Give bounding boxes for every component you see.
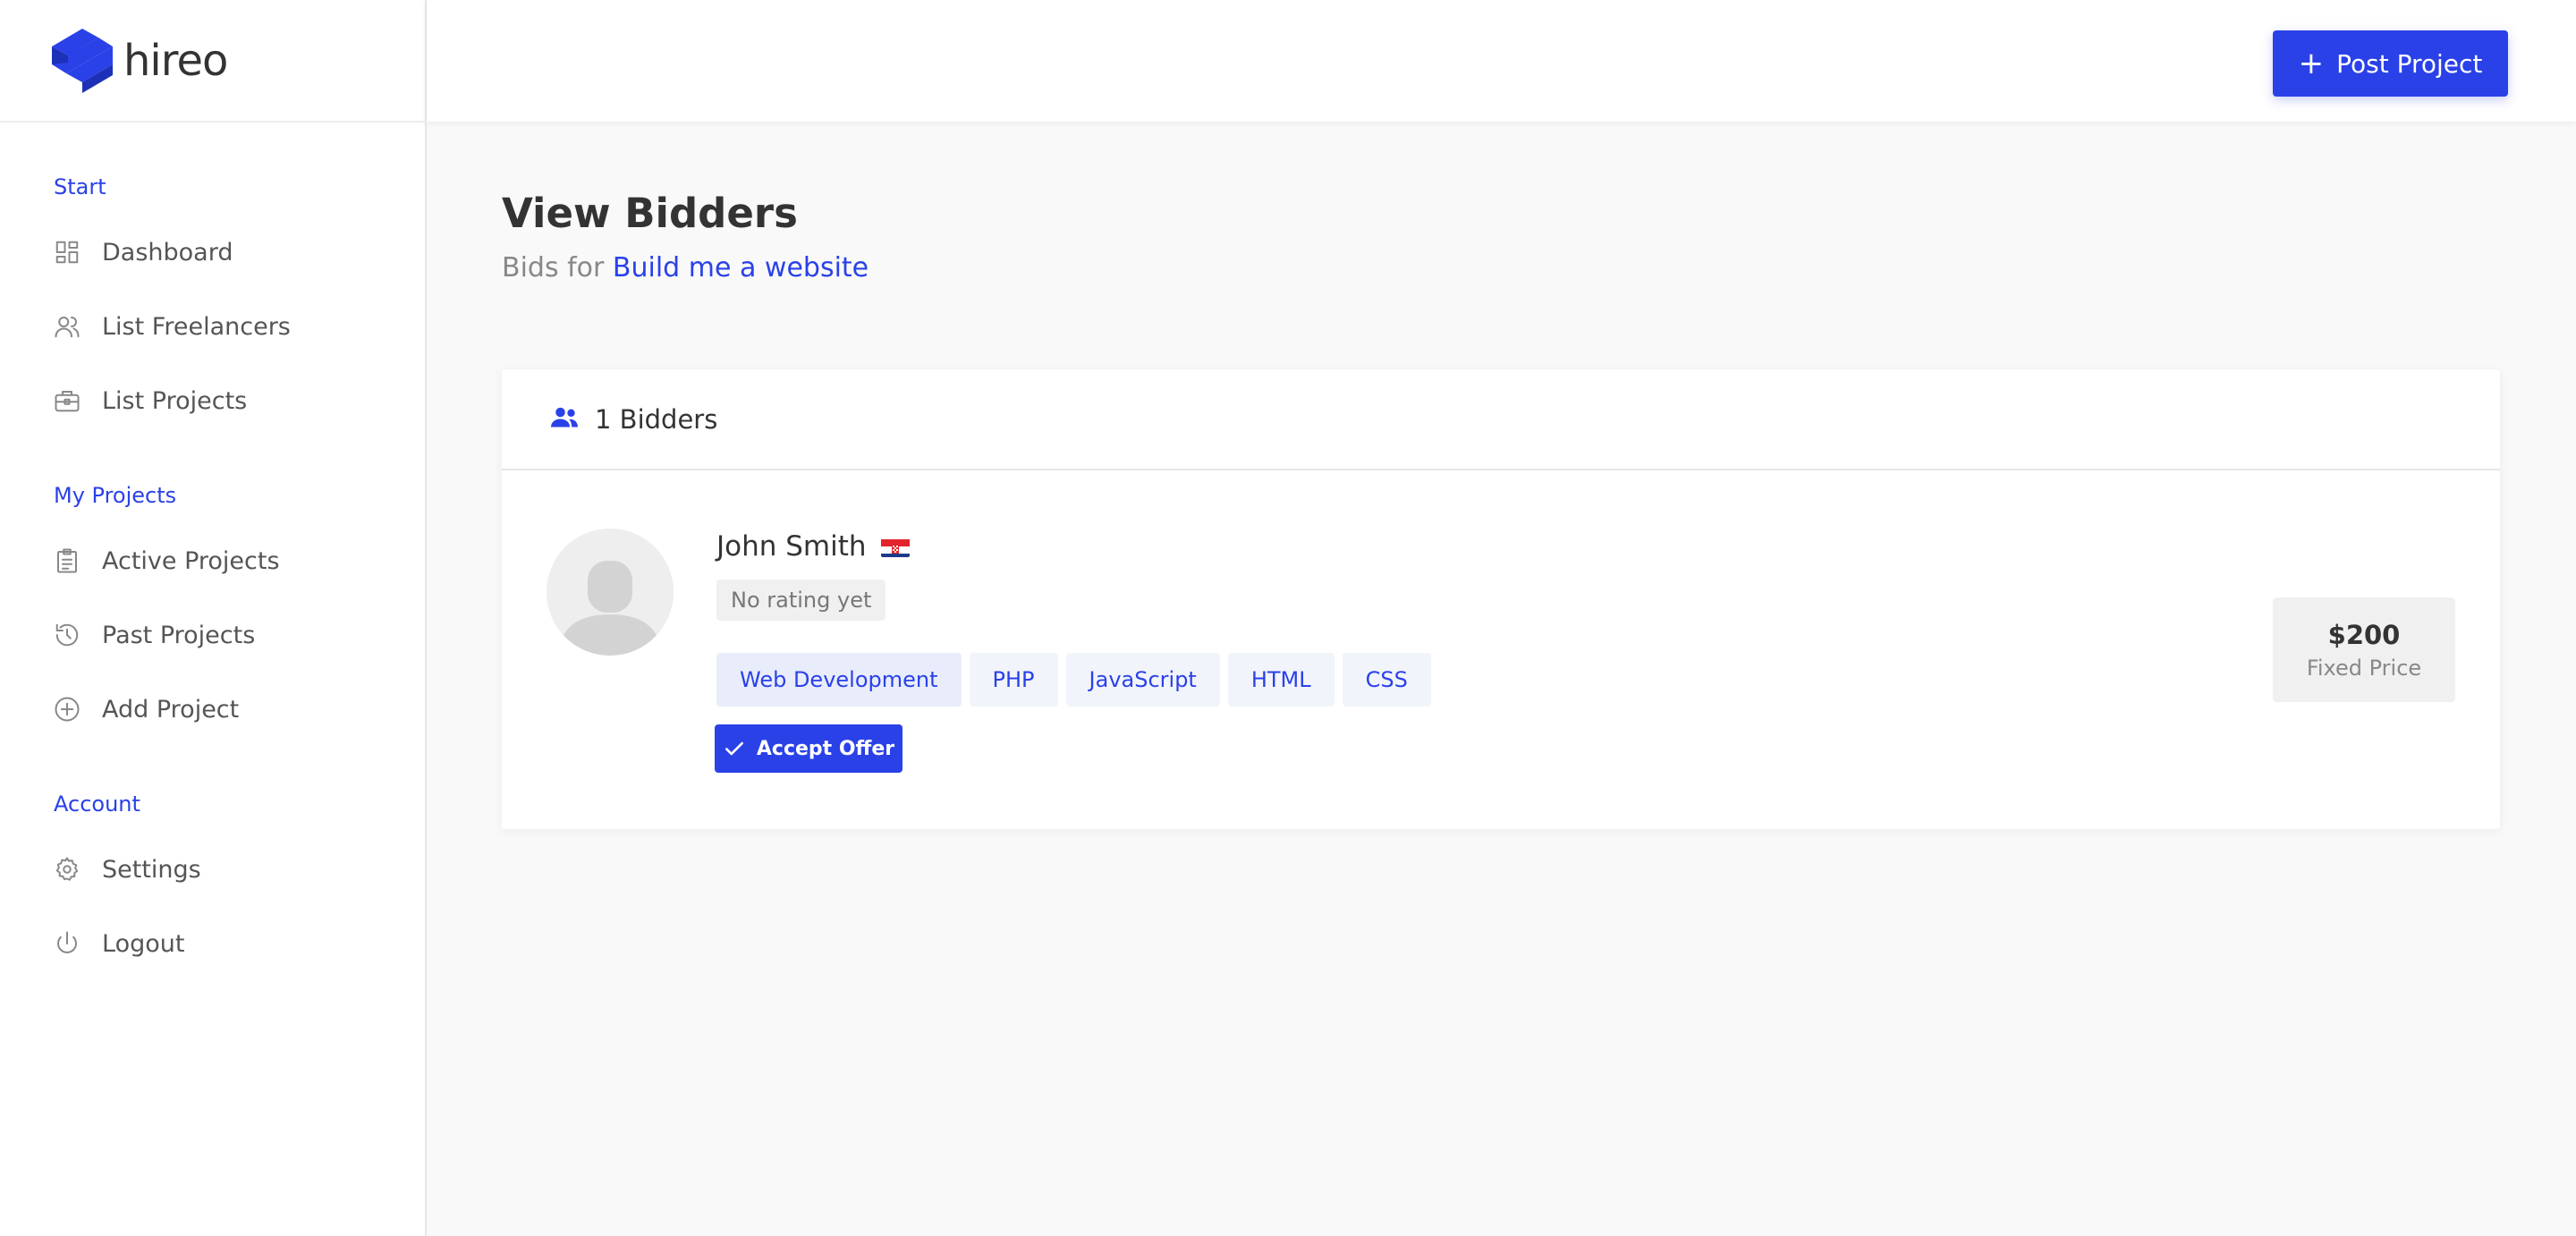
logo-icon — [52, 29, 113, 93]
plus-circle-icon — [54, 696, 80, 723]
nav-item-settings[interactable]: Settings — [54, 848, 201, 891]
project-link[interactable]: Build me a website — [613, 252, 869, 284]
plus-icon: + — [2298, 46, 2325, 81]
post-project-label: Post Project — [2336, 48, 2483, 79]
top-header: + Post Project — [427, 0, 2576, 122]
nav-heading-account: Account — [54, 792, 140, 817]
nav-item-label: Past Projects — [102, 621, 256, 649]
bidders-count: 1 Bidders — [595, 403, 718, 435]
logo-text: hireo — [123, 36, 228, 86]
post-project-button[interactable]: + Post Project — [2273, 30, 2508, 97]
subtitle-prefix: Bids for — [502, 252, 605, 284]
nav-item-label: Dashboard — [102, 238, 233, 267]
dashboard-icon — [54, 239, 80, 266]
page-title: View Bidders — [502, 190, 798, 237]
bidder-name[interactable]: John Smith — [716, 530, 867, 563]
logo[interactable]: hireo — [52, 27, 228, 95]
clipboard-icon — [54, 547, 80, 574]
history-icon — [54, 622, 80, 648]
skill-tag[interactable]: Web Development — [716, 653, 962, 707]
sidebar-divider — [0, 121, 427, 123]
briefcase-icon — [54, 387, 80, 414]
skill-tags: Web Development PHP JavaScript HTML CSS — [716, 653, 1431, 707]
sidebar: hireo Start Dashboard List Freelancers L… — [0, 0, 427, 1236]
nav-heading-my-projects: My Projects — [54, 483, 177, 508]
skill-tag[interactable]: JavaScript — [1065, 653, 1220, 707]
croatia-flag-icon — [880, 536, 910, 557]
bid-price: $200 Fixed Price — [2273, 597, 2455, 702]
bidders-card: 1 Bidders John Smith No rating yet Web D… — [502, 369, 2500, 829]
nav-heading-start: Start — [54, 174, 106, 199]
group-icon — [548, 402, 580, 437]
nav-item-list-freelancers[interactable]: List Freelancers — [54, 305, 291, 348]
nav-item-past-projects[interactable]: Past Projects — [54, 614, 255, 656]
user-placeholder-icon — [547, 529, 674, 656]
accept-offer-label: Accept Offer — [756, 737, 895, 760]
nav-item-active-projects[interactable]: Active Projects — [54, 539, 280, 582]
users-icon — [54, 313, 80, 340]
price-amount: $200 — [2327, 619, 2401, 650]
bidders-card-header: 1 Bidders — [502, 369, 2500, 470]
skill-tag[interactable]: HTML — [1227, 653, 1335, 707]
page-subtitle: Bids for Build me a website — [502, 252, 869, 284]
power-icon — [54, 930, 80, 957]
skill-tag[interactable]: CSS — [1342, 653, 1431, 707]
nav-item-label: Active Projects — [102, 546, 280, 575]
avatar — [547, 529, 674, 656]
skill-tag[interactable]: PHP — [969, 653, 1058, 707]
nav-item-label: Settings — [102, 855, 201, 884]
nav-item-label: Add Project — [102, 695, 240, 724]
gear-icon — [54, 856, 80, 883]
nav-item-label: List Freelancers — [102, 312, 291, 341]
rating-badge: No rating yet — [716, 580, 886, 621]
nav-item-dashboard[interactable]: Dashboard — [54, 231, 233, 274]
nav-item-add-project[interactable]: Add Project — [54, 688, 239, 731]
bidder-name-row: John Smith — [716, 530, 910, 563]
check-icon — [724, 741, 743, 756]
accept-offer-button[interactable]: Accept Offer — [715, 724, 902, 773]
nav-item-label: Logout — [102, 929, 185, 958]
nav-item-logout[interactable]: Logout — [54, 922, 184, 965]
nav-item-label: List Projects — [102, 386, 248, 415]
price-type: Fixed Price — [2306, 655, 2422, 681]
nav-item-list-projects[interactable]: List Projects — [54, 379, 247, 422]
